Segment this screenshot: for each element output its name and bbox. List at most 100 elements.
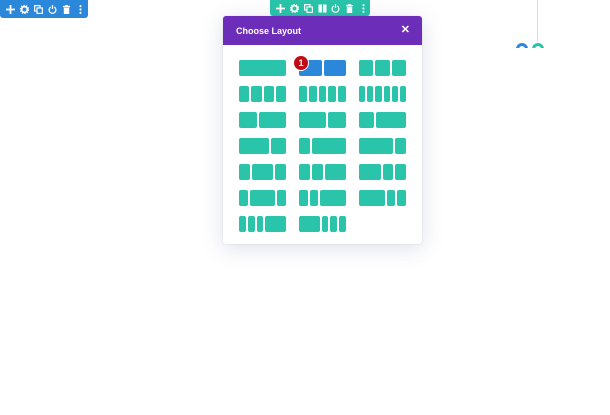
trash-icon[interactable] (60, 2, 73, 16)
gear-icon[interactable] (288, 1, 301, 15)
layout-option[interactable] (359, 86, 407, 102)
more-icon[interactable] (74, 2, 87, 16)
layout-option[interactable] (299, 112, 346, 128)
layout-column (399, 86, 407, 102)
layout-column (299, 112, 326, 128)
gear-icon[interactable] (18, 2, 31, 16)
layout-column (397, 190, 406, 206)
duplicate-icon[interactable] (32, 2, 45, 16)
layout-column (375, 60, 390, 76)
layout-column (239, 190, 248, 206)
layout-option[interactable] (359, 60, 406, 76)
layout-option[interactable] (299, 138, 346, 154)
modal-title: Choose Layout (236, 25, 302, 36)
layout-column (275, 86, 286, 102)
layout-option[interactable] (239, 190, 286, 206)
layout-column (323, 60, 346, 76)
layout-column (251, 164, 274, 180)
layout-column (382, 164, 394, 180)
layout-column (395, 164, 406, 180)
layout-column (376, 112, 406, 128)
layout-column (359, 86, 366, 102)
layout-column (391, 86, 398, 102)
close-icon[interactable]: ✕ (401, 25, 410, 36)
power-icon[interactable] (329, 1, 342, 15)
section-toolbar (0, 0, 88, 18)
layout-column (309, 190, 319, 206)
layout-option[interactable] (299, 216, 346, 232)
layout-option[interactable] (359, 190, 406, 206)
layout-option[interactable] (359, 164, 406, 180)
layout-column (318, 86, 327, 102)
layout-column (249, 190, 276, 206)
layout-column (256, 216, 264, 232)
layout-column (265, 216, 286, 232)
layout-column (239, 138, 269, 154)
layout-option[interactable] (239, 138, 286, 154)
layout-column (312, 138, 346, 154)
layout-column (320, 190, 346, 206)
layout-column (251, 86, 262, 102)
layout-column (263, 86, 274, 102)
layout-option[interactable] (239, 112, 286, 128)
layout-column (321, 216, 329, 232)
layout-column (328, 86, 337, 102)
layout-column (359, 60, 374, 76)
plus-icon[interactable] (4, 2, 17, 16)
layout-column (271, 138, 286, 154)
layout-column (239, 164, 250, 180)
module-connector-line (537, 0, 538, 42)
layout-option[interactable] (299, 164, 346, 180)
layout-column (299, 216, 320, 232)
layout-column (391, 60, 406, 76)
layout-column (239, 60, 286, 76)
choose-layout-modal: Choose Layout ✕ (223, 16, 422, 244)
layout-column (330, 216, 338, 232)
layout-grid (239, 60, 407, 232)
layout-option[interactable] (299, 190, 346, 206)
layout-option[interactable] (239, 60, 286, 76)
layout-option[interactable] (239, 216, 286, 232)
layout-column (359, 164, 381, 180)
layout-column (259, 112, 286, 128)
layout-column (308, 86, 317, 102)
layout-column (275, 164, 286, 180)
trash-icon[interactable] (343, 1, 356, 15)
layout-column (247, 216, 255, 232)
layout-column (339, 216, 346, 232)
layout-column (383, 86, 390, 102)
layout-column (328, 112, 346, 128)
more-icon[interactable] (357, 1, 370, 15)
layout-column (375, 86, 382, 102)
layout-option[interactable] (359, 112, 406, 128)
layout-column (359, 138, 393, 154)
layout-option[interactable] (299, 86, 346, 102)
layout-column (299, 164, 310, 180)
layout-column (299, 190, 308, 206)
power-icon[interactable] (46, 2, 59, 16)
layout-column (359, 190, 385, 206)
layout-column (367, 86, 374, 102)
row-toolbar (270, 0, 370, 16)
layout-column (386, 190, 396, 206)
button-mask (505, 48, 565, 58)
layout-column (239, 112, 257, 128)
layout-column (324, 164, 346, 180)
layout-option[interactable] (359, 138, 406, 154)
layout-option[interactable] (239, 86, 286, 102)
layout-column (299, 138, 311, 154)
columns-icon[interactable] (316, 1, 329, 15)
layout-column (394, 138, 406, 154)
layout-option[interactable] (239, 164, 286, 180)
layout-column (338, 86, 346, 102)
layout-column (239, 216, 246, 232)
step-badge: 1 (294, 56, 308, 70)
modal-header: Choose Layout ✕ (223, 16, 422, 45)
layout-column (311, 164, 323, 180)
duplicate-icon[interactable] (302, 1, 315, 15)
plus-icon[interactable] (274, 1, 287, 15)
layout-column (299, 86, 307, 102)
layout-column (239, 86, 250, 102)
layout-column (359, 112, 374, 128)
layout-column (277, 190, 286, 206)
